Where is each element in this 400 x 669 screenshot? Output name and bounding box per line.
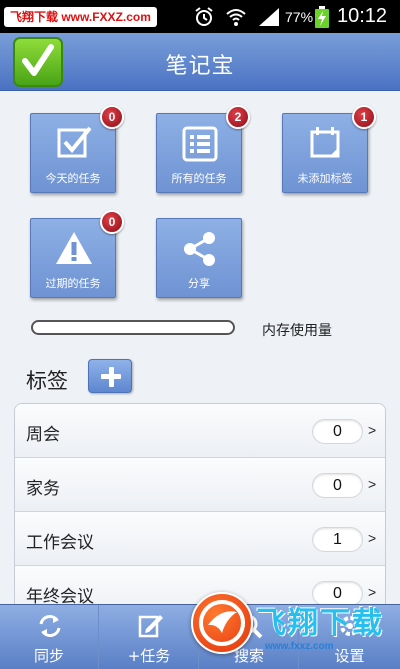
status-bar: 飞翔下载 www.FXXZ.com 77% 10:12 bbox=[0, 0, 400, 33]
tag-row[interactable]: 家务 0 > bbox=[15, 458, 385, 512]
tile-label: 所有的任务 bbox=[171, 172, 227, 185]
chevron-right-icon: > bbox=[368, 476, 377, 492]
alarm-icon bbox=[193, 6, 215, 32]
app-title: 笔记宝 bbox=[165, 54, 235, 79]
nav-sync-button[interactable]: 同步 bbox=[0, 605, 99, 669]
watermark-logo bbox=[191, 592, 253, 654]
tag-row[interactable]: 工作会议 1 > bbox=[15, 512, 385, 566]
tile-label: 分享 bbox=[188, 277, 210, 290]
count-badge: 2 bbox=[226, 105, 250, 129]
tile-today-tasks[interactable]: 今天的任务 0 bbox=[30, 105, 124, 193]
tile-label: 未添加标签 bbox=[297, 172, 353, 185]
tag-row[interactable]: 周会 0 > bbox=[15, 404, 385, 458]
battery-charging-icon bbox=[315, 6, 329, 32]
tile-all-tasks[interactable]: 所有的任务 2 bbox=[156, 105, 250, 193]
add-tag-button[interactable] bbox=[88, 359, 132, 393]
memory-usage-bar bbox=[31, 320, 235, 335]
watermark-banner: 飞翔下载 www.FXXZ.com bbox=[4, 7, 157, 27]
clock: 10:12 bbox=[337, 5, 388, 27]
list-icon bbox=[182, 126, 218, 162]
tag-count: 1 bbox=[312, 527, 363, 552]
watermark-text: 飞翔下载 bbox=[256, 606, 384, 641]
sync-icon bbox=[39, 615, 61, 637]
warning-icon bbox=[56, 232, 92, 264]
tag-icon bbox=[310, 127, 340, 158]
tag-name: 工作会议 bbox=[26, 533, 94, 553]
chevron-right-icon: > bbox=[368, 422, 377, 438]
tag-count: 0 bbox=[312, 473, 363, 498]
watermark-url: www.fxxz.com bbox=[265, 641, 334, 652]
tile-label: 今天的任务 bbox=[45, 172, 101, 185]
chevron-right-icon: > bbox=[368, 530, 377, 546]
count-badge: 0 bbox=[100, 105, 124, 129]
wifi-icon bbox=[225, 6, 247, 32]
tag-name: 周会 bbox=[26, 425, 60, 445]
count-badge: 1 bbox=[352, 105, 376, 129]
nav-label: +任务 bbox=[127, 647, 171, 665]
nav-add-task-button[interactable]: +任务 bbox=[100, 605, 199, 669]
edit-icon bbox=[138, 615, 163, 638]
tag-name: 家务 bbox=[26, 479, 60, 499]
tile-untagged[interactable]: 未添加标签 1 bbox=[282, 105, 376, 193]
nav-label: 同步 bbox=[33, 647, 64, 665]
title-bar: 笔记宝 bbox=[0, 33, 400, 91]
tile-label: 过期的任务 bbox=[45, 277, 101, 290]
tile-share[interactable]: 分享 bbox=[156, 218, 242, 298]
tag-count: 0 bbox=[312, 419, 363, 444]
memory-usage-label: 内存使用量 bbox=[262, 323, 332, 339]
battery-percent: 77% bbox=[285, 9, 314, 25]
checkbox-icon bbox=[57, 126, 92, 158]
bird-logo-icon bbox=[199, 600, 245, 646]
signal-icon bbox=[257, 6, 281, 32]
count-badge: 0 bbox=[100, 210, 124, 234]
tile-overdue-tasks[interactable]: 过期的任务 0 bbox=[30, 210, 124, 298]
tag-list[interactable]: 周会 0 > 家务 0 > 工作会议 1 > 年终会议 0 > bbox=[14, 403, 386, 613]
share-icon bbox=[184, 232, 215, 266]
tags-title: 标签 bbox=[26, 369, 68, 393]
